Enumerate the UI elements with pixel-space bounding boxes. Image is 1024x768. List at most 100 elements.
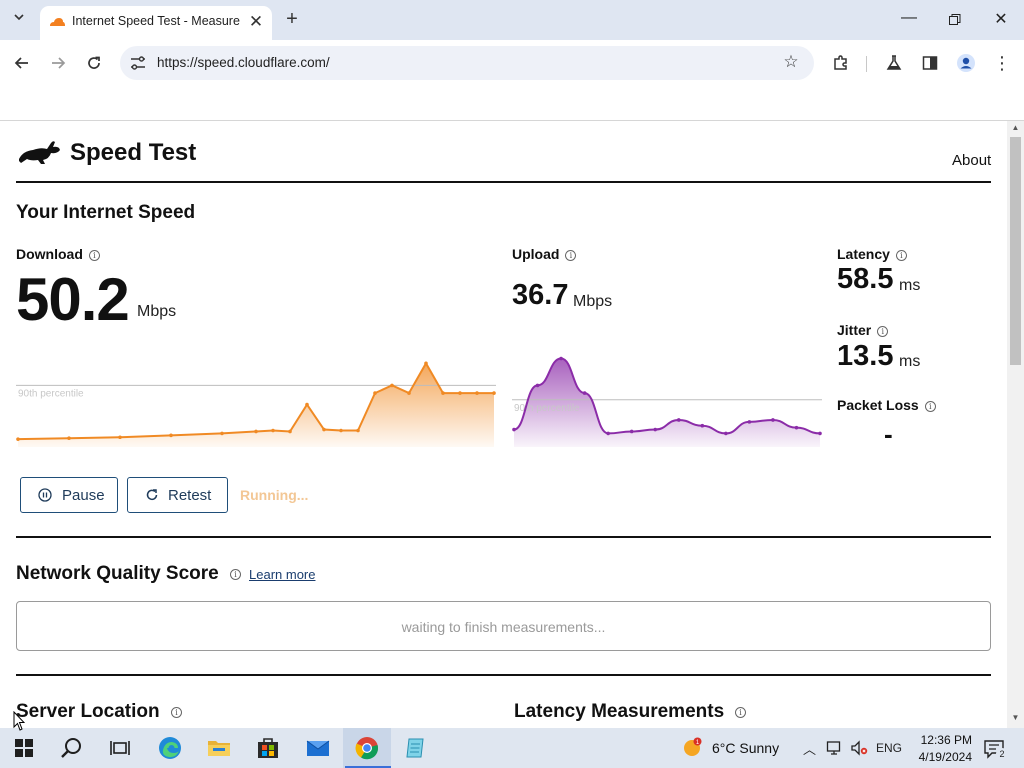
- folder-icon: [208, 741, 230, 756]
- download-percentile-label: 90th percentile: [18, 388, 84, 399]
- tab-strip: Internet Speed Test - Measure ✕ + — ✕: [0, 0, 1024, 40]
- side-panel-icon[interactable]: [918, 51, 942, 75]
- extensions-icon[interactable]: [829, 51, 853, 75]
- learn-more-link[interactable]: Learn more: [249, 567, 315, 582]
- browser-menu-icon[interactable]: ⋮: [990, 51, 1014, 75]
- chrome-app[interactable]: [343, 728, 391, 768]
- file-explorer-app[interactable]: [195, 728, 243, 768]
- search-button[interactable]: [48, 728, 96, 768]
- packet-loss-label: Packet Loss i: [837, 397, 936, 413]
- download-data-point: [288, 429, 292, 434]
- download-value: 50.2: [16, 266, 130, 333]
- latency-unit: ms: [899, 277, 921, 294]
- download-data-point: [118, 435, 122, 440]
- profile-avatar[interactable]: [954, 51, 978, 75]
- network-quality-heading: Network Quality Score: [16, 563, 219, 584]
- volume-muted-icon[interactable]: [850, 740, 868, 756]
- upload-data-point: [582, 391, 587, 395]
- notepad-icon: [406, 738, 424, 758]
- network-icon[interactable]: [826, 740, 844, 756]
- upload-data-point: [818, 431, 822, 436]
- scroll-down-icon[interactable]: ▼: [1007, 713, 1024, 725]
- browser-tab[interactable]: Internet Speed Test - Measure ✕: [40, 6, 272, 40]
- info-icon[interactable]: i: [565, 250, 577, 261]
- weather-text[interactable]: 6°C Sunny: [712, 740, 779, 756]
- url-text[interactable]: https://speed.cloudflare.com/: [157, 55, 330, 70]
- info-icon[interactable]: i: [924, 401, 936, 412]
- clock-time[interactable]: 12:36 PM: [912, 733, 972, 747]
- clock-date[interactable]: 4/19/2024: [906, 750, 972, 764]
- section-divider: [16, 674, 991, 676]
- download-data-point: [492, 391, 496, 395]
- page-content: Speed Test About Your Internet Speed Dow…: [0, 121, 1007, 728]
- download-data-point: [220, 431, 224, 436]
- tray-chevron-up-icon[interactable]: ︿: [803, 739, 816, 758]
- upload-unit: Mbps: [573, 293, 613, 310]
- download-chart: 90th percentile: [16, 361, 496, 447]
- page-scrollbar[interactable]: ▲ ▼: [1007, 121, 1024, 728]
- windows-taskbar: 1 6°C Sunny ︿ ENG 12:36 PM 4/19/2024 2: [0, 728, 1024, 768]
- about-link[interactable]: About: [952, 152, 991, 169]
- rabbit-logo-icon[interactable]: [17, 137, 61, 165]
- cloudflare-favicon-icon: [50, 18, 65, 26]
- info-icon[interactable]: i: [735, 707, 746, 718]
- sun-icon[interactable]: 1: [682, 737, 702, 757]
- download-data-point: [67, 436, 71, 440]
- download-data-point: [475, 391, 479, 395]
- retest-button[interactable]: Retest: [127, 477, 228, 513]
- reload-button[interactable]: [82, 51, 106, 75]
- upload-data-point: [559, 356, 563, 361]
- network-quality-box: waiting to finish measurements...: [16, 601, 991, 651]
- pause-icon: [38, 488, 52, 502]
- tab-close-icon[interactable]: ✕: [246, 12, 266, 32]
- window-restore-button[interactable]: [940, 8, 970, 32]
- upload-data-point: [629, 429, 634, 434]
- flask-icon: [886, 55, 902, 70]
- info-icon[interactable]: i: [171, 707, 182, 718]
- running-status: Running...: [240, 487, 309, 503]
- scrollbar-thumb[interactable]: [1010, 137, 1021, 365]
- upload-data-point: [700, 423, 705, 428]
- info-icon[interactable]: i: [88, 250, 100, 261]
- mail-icon: [306, 740, 330, 756]
- new-tab-button[interactable]: +: [281, 8, 303, 30]
- jitter-value: 13.5: [837, 340, 894, 372]
- edge-icon: [159, 737, 181, 759]
- jitter-label: Jitter i: [837, 322, 889, 338]
- packet-loss-label-text: Packet Loss: [837, 397, 919, 413]
- store-app[interactable]: [244, 728, 292, 768]
- header-divider: [16, 181, 991, 183]
- window-minimize-button[interactable]: —: [894, 8, 924, 32]
- windows-logo-icon: [15, 739, 33, 757]
- task-view-button[interactable]: [96, 728, 144, 768]
- download-data-point: [441, 391, 445, 395]
- download-unit: Mbps: [137, 303, 177, 320]
- info-icon[interactable]: i: [230, 569, 241, 580]
- back-button[interactable]: [10, 51, 34, 75]
- toolbar-separator: [866, 56, 867, 72]
- bookmark-star-icon[interactable]: ☆: [780, 51, 802, 73]
- latency-label: Latency i: [837, 246, 907, 262]
- pause-button[interactable]: Pause: [20, 477, 118, 513]
- forward-button[interactable]: [46, 51, 70, 75]
- panel-icon: [922, 56, 938, 70]
- start-button[interactable]: [0, 728, 48, 768]
- tab-search-button[interactable]: [8, 9, 30, 31]
- pause-button-label: Pause: [62, 487, 105, 504]
- notepad-app[interactable]: [392, 728, 440, 768]
- upload-data-point: [676, 418, 681, 422]
- site-settings-icon[interactable]: [128, 53, 148, 73]
- edge-app[interactable]: [146, 728, 194, 768]
- chrome-labs-icon[interactable]: [882, 51, 906, 75]
- window-close-button[interactable]: ✕: [986, 8, 1016, 32]
- task-view-icon: [110, 741, 130, 755]
- info-icon[interactable]: i: [877, 326, 889, 337]
- mouse-cursor-icon: [13, 711, 25, 731]
- mail-app[interactable]: [294, 728, 342, 768]
- download-label: Download i: [16, 246, 100, 262]
- packet-loss-value: -: [884, 419, 893, 449]
- address-bar[interactable]: https://speed.cloudflare.com/ ☆: [120, 46, 814, 80]
- info-icon[interactable]: i: [895, 250, 907, 261]
- scroll-up-icon[interactable]: ▲: [1007, 123, 1024, 135]
- language-indicator[interactable]: ENG: [876, 741, 902, 755]
